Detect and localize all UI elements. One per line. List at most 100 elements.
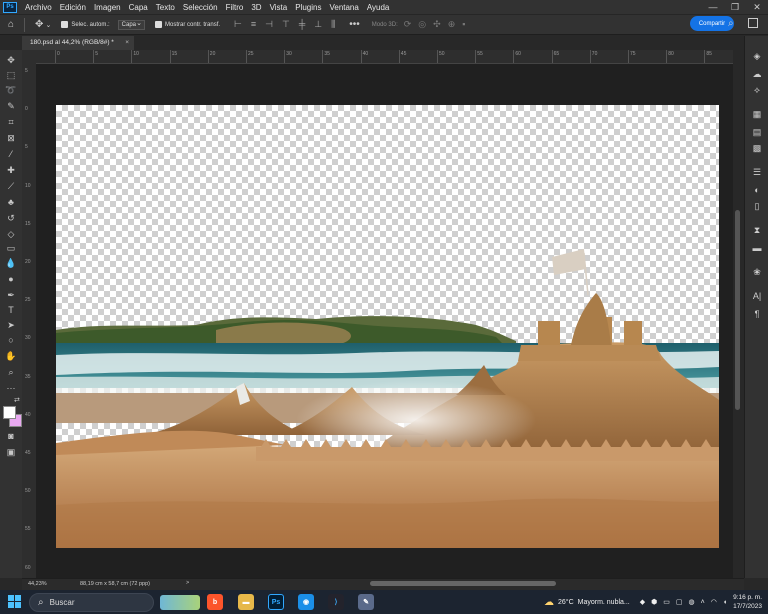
battery-icon[interactable]: ▭ <box>663 598 670 606</box>
close-window-button[interactable]: ✕ <box>746 0 768 14</box>
vertical-scrollbar[interactable] <box>735 210 740 410</box>
quick-mask-icon[interactable]: ◙ <box>5 430 17 442</box>
drag-3d-icon[interactable]: ✣ <box>433 19 441 30</box>
close-tab-icon[interactable]: × <box>125 36 129 50</box>
display-icon[interactable]: ▢ <box>676 598 683 606</box>
align-bottom-icon[interactable]: ⊥ <box>314 19 322 30</box>
libraries-icon[interactable]: ☁ <box>751 68 763 80</box>
brush-tool-icon[interactable]: ⟋ <box>5 180 17 192</box>
swap-colors-icon[interactable]: ⇄ <box>14 396 20 404</box>
file-explorer-icon[interactable]: ▬ <box>238 594 254 610</box>
discord-icon[interactable]: ◆ <box>640 598 645 606</box>
zoom-level[interactable]: 44,23% <box>28 581 47 587</box>
taskbar-search-box[interactable]: ⌕ Buscar <box>29 593 154 612</box>
slide-3d-icon[interactable]: ⊕ <box>448 19 456 30</box>
search-highlight-icon[interactable] <box>160 595 200 610</box>
crop-tool-icon[interactable]: ⌗ <box>5 116 17 128</box>
patterns-icon[interactable]: ▩ <box>751 142 763 154</box>
vertical-ruler[interactable]: 5 0 5 10 15 20 25 30 35 40 45 50 55 60 <box>22 63 37 578</box>
lasso-tool-icon[interactable]: ➰ <box>5 84 17 96</box>
screen-mode-icon[interactable]: ▣ <box>5 446 17 458</box>
type-tool-icon[interactable]: T <box>5 304 17 316</box>
history-brush-tool-icon[interactable]: ↺ <box>5 212 17 224</box>
menu-filtro[interactable]: Filtro <box>222 3 248 12</box>
more-options-button[interactable]: ••• <box>349 19 360 30</box>
align-middle-icon[interactable]: ╪ <box>299 19 305 30</box>
photoshop-logo-icon[interactable]: Ps <box>3 1 17 13</box>
ellipse-tool-icon[interactable]: ○ <box>5 334 17 346</box>
history-icon[interactable]: ⧗ <box>751 224 763 236</box>
vscode-icon[interactable]: ⟩ <box>328 594 344 610</box>
dodge-tool-icon[interactable]: ● <box>5 273 17 285</box>
windows-start-icon[interactable] <box>8 595 21 608</box>
edit-toolbar-icon[interactable]: ··· <box>5 382 17 394</box>
expand-tray-icon[interactable]: ˄ <box>701 599 705 606</box>
channels-icon[interactable]: ▦ <box>751 108 763 120</box>
home-icon[interactable]: ⌂ <box>8 19 14 30</box>
actions-icon[interactable]: ❀ <box>751 266 763 278</box>
scale-3d-icon[interactable]: ▪ <box>462 19 465 30</box>
weather-temperature[interactable]: 26°C <box>558 599 574 606</box>
gamepad-icon[interactable]: ◍ <box>689 598 695 606</box>
blue-app-icon[interactable]: ◉ <box>298 594 314 610</box>
swatches-icon[interactable]: ▤ <box>751 126 763 138</box>
blur-tool-icon[interactable]: 💧 <box>5 257 17 269</box>
histogram-icon[interactable]: ▯ <box>751 200 763 212</box>
eyedropper-tool-icon[interactable]: ⁄ <box>5 148 17 160</box>
hand-tool-icon[interactable]: ✋ <box>5 350 17 362</box>
menu-edicion[interactable]: Edición <box>56 3 90 12</box>
properties-icon[interactable]: ☰ <box>751 166 763 178</box>
tool-preset-chevron-icon[interactable]: ⌄ <box>45 21 51 29</box>
distribute-icon[interactable]: ⫼ <box>331 19 335 30</box>
path-selection-tool-icon[interactable]: ➤ <box>5 319 17 331</box>
transform-controls-checkbox[interactable] <box>155 21 163 28</box>
volume-icon[interactable]: ◖ <box>723 599 727 606</box>
menu-ventana[interactable]: Ventana <box>325 3 362 12</box>
eraser-tool-icon[interactable]: ◇ <box>5 228 17 240</box>
restore-button[interactable]: ❐ <box>724 0 746 14</box>
adjustments-icon[interactable]: ◐ <box>751 184 763 196</box>
menu-texto[interactable]: Texto <box>152 3 179 12</box>
move-tool-icon[interactable]: ✥ <box>5 54 17 66</box>
paths-icon[interactable]: ⟡ <box>751 84 763 96</box>
document-tab[interactable]: 180.psd al 44,2% (RGB/8#) * × <box>22 36 134 50</box>
move-tool-icon[interactable]: ✥ <box>35 19 43 30</box>
horizontal-ruler[interactable]: 0 5 10 15 20 25 30 35 40 45 50 55 60 65 70 75 80 85 <box>36 50 733 64</box>
clock[interactable]: 9:16 p. m. 17/7/2023 <box>733 593 762 611</box>
menu-ayuda[interactable]: Ayuda <box>363 3 394 12</box>
auto-select-checkbox[interactable] <box>61 21 69 28</box>
character-icon[interactable]: A| <box>751 290 763 302</box>
roll-3d-icon[interactable]: ◎ <box>418 19 426 30</box>
notepad-icon[interactable]: ✎ <box>358 594 374 610</box>
align-center-icon[interactable]: ≡ <box>251 19 256 30</box>
search-icon[interactable]: ⌕ <box>728 18 734 29</box>
horizontal-scrollbar[interactable] <box>370 581 556 586</box>
pen-tool-icon[interactable]: ✒ <box>5 289 17 301</box>
orbit-3d-icon[interactable]: ⟳ <box>404 19 412 30</box>
zoom-tool-icon[interactable]: ⌕ <box>5 366 17 378</box>
menu-imagen[interactable]: Imagen <box>90 3 125 12</box>
weather-description[interactable]: Mayorm. nubla... <box>578 599 630 606</box>
foreground-color-swatch[interactable] <box>3 406 16 419</box>
menu-seleccion[interactable]: Selección <box>179 3 222 12</box>
marquee-tool-icon[interactable]: ⬚ <box>5 69 17 81</box>
workspace-icon[interactable] <box>748 18 758 28</box>
menu-plugins[interactable]: Plugins <box>291 3 325 12</box>
align-right-icon[interactable]: ⊣ <box>265 19 273 30</box>
antivirus-icon[interactable]: ⬢ <box>651 598 657 606</box>
weather-cloud-icon[interactable]: ☁ <box>544 597 554 608</box>
layers-stack-icon[interactable]: ◈ <box>751 50 763 62</box>
auto-select-target-dropdown[interactable]: Capa <box>117 19 146 30</box>
gradient-tool-icon[interactable]: ▭ <box>5 242 17 254</box>
minimize-button[interactable]: — <box>702 0 724 14</box>
document-canvas[interactable] <box>56 105 719 548</box>
comments-icon[interactable]: ▬ <box>751 242 763 254</box>
brave-browser-icon[interactable]: b <box>207 594 223 610</box>
healing-brush-tool-icon[interactable]: ✚ <box>5 164 17 176</box>
menu-vista[interactable]: Vista <box>266 3 292 12</box>
clone-stamp-tool-icon[interactable]: ♣ <box>5 196 17 208</box>
paragraph-icon[interactable]: ¶ <box>751 308 763 320</box>
status-menu-arrow[interactable]: > <box>186 580 189 586</box>
align-left-icon[interactable]: ⊢ <box>234 19 242 30</box>
menu-3d[interactable]: 3D <box>247 3 265 12</box>
